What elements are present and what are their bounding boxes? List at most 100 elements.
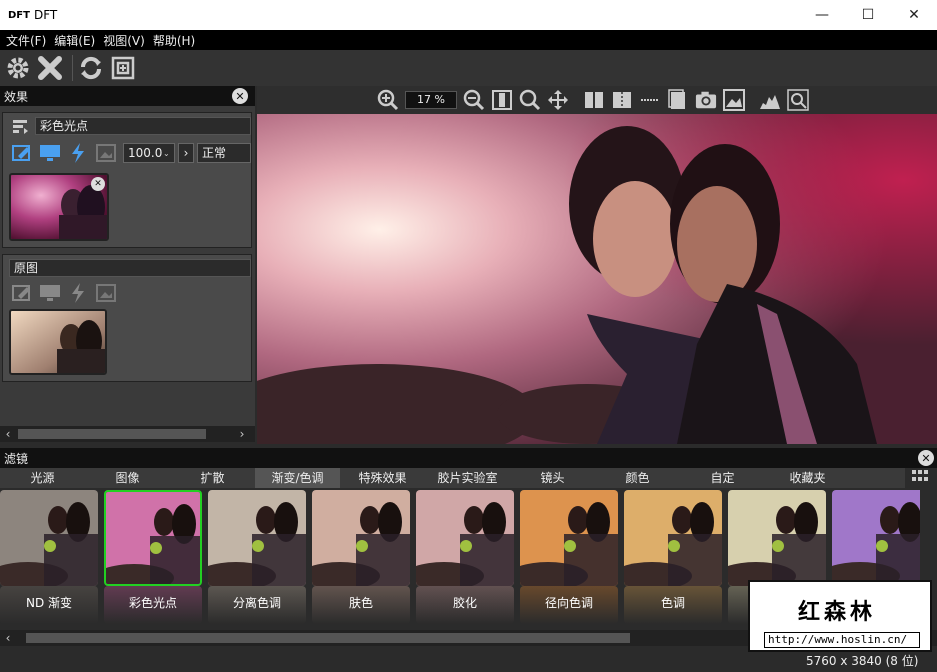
scroll-right-icon[interactable]: › bbox=[234, 426, 250, 442]
filter-preview[interactable] bbox=[624, 490, 722, 586]
filters-scroll-thumb[interactable] bbox=[26, 633, 630, 643]
loupe-icon[interactable] bbox=[787, 89, 809, 111]
filter-label: ND 渐变 bbox=[25, 596, 73, 610]
split-compare-icon[interactable] bbox=[611, 89, 633, 111]
zoom-out-icon[interactable] bbox=[463, 89, 485, 111]
watermark-url: http://www.hoslin.cn/ bbox=[768, 633, 908, 646]
effect-icon-row bbox=[11, 143, 123, 163]
tab-light-source[interactable]: 光源 bbox=[0, 468, 85, 488]
filter-label: 胶化 bbox=[452, 596, 477, 610]
opacity-next-arrow-icon[interactable]: › bbox=[178, 143, 194, 163]
grid-view-icon[interactable] bbox=[912, 470, 932, 486]
filter-item[interactable]: 胶化 bbox=[416, 490, 514, 626]
tab-favorites[interactable]: 收藏夹 bbox=[765, 468, 850, 488]
filter-item[interactable]: 径向色调 bbox=[520, 490, 618, 626]
filter-label: 分离色调 bbox=[232, 596, 281, 610]
tab-color[interactable]: 颜色 bbox=[595, 468, 680, 488]
lightning-icon[interactable] bbox=[67, 143, 89, 163]
maximize-button[interactable]: ☐ bbox=[845, 0, 891, 30]
filter-label: 彩色光点 bbox=[128, 596, 177, 610]
close-effects-icon[interactable]: ✕ bbox=[232, 88, 248, 104]
tab-image[interactable]: 图像 bbox=[85, 468, 170, 488]
zoom-level-field[interactable]: 17 % bbox=[405, 91, 457, 109]
histogram-icon[interactable] bbox=[759, 89, 781, 111]
filter-preview[interactable] bbox=[832, 490, 920, 586]
tab-gradient-tone[interactable]: 渐变/色调 bbox=[255, 468, 340, 488]
filter-preview[interactable] bbox=[312, 490, 410, 586]
image-preview[interactable] bbox=[257, 114, 937, 444]
title-bar: DFT DFT — ☐ ✕ bbox=[0, 0, 937, 30]
close-filters-icon[interactable]: ✕ bbox=[918, 450, 934, 466]
filters-scroll-left-icon[interactable]: ‹ bbox=[0, 630, 16, 646]
monitor-disabled-icon bbox=[39, 283, 61, 303]
effect-thumbnail[interactable]: ✕ bbox=[9, 173, 109, 241]
effects-scroll-thumb[interactable] bbox=[18, 429, 206, 439]
split-view-icon[interactable] bbox=[583, 89, 605, 111]
tab-film-lab[interactable]: 胶片实验室 bbox=[425, 468, 510, 488]
close-window-button[interactable]: ✕ bbox=[891, 0, 937, 30]
refresh-icon[interactable] bbox=[77, 54, 105, 82]
menu-file[interactable]: 文件(F) bbox=[6, 32, 46, 49]
remove-effect-icon[interactable]: ✕ bbox=[91, 177, 105, 191]
effect-card-active[interactable]: 彩色光点 100.0 ⌄ › 正常 ✕ bbox=[2, 112, 252, 248]
lightning-disabled-icon bbox=[67, 283, 89, 303]
filter-preview[interactable] bbox=[416, 490, 514, 586]
pan-move-icon[interactable] bbox=[547, 89, 569, 111]
monitor-icon[interactable] bbox=[39, 143, 61, 163]
filter-item[interactable]: ND 渐变 bbox=[0, 490, 98, 626]
scroll-left-icon[interactable]: ‹ bbox=[0, 426, 16, 442]
actual-size-icon[interactable] bbox=[491, 89, 513, 111]
original-icon-row bbox=[11, 283, 123, 303]
menu-help[interactable]: 帮助(H) bbox=[153, 32, 195, 49]
window-title: DFT bbox=[34, 8, 58, 22]
edit-mask-icon[interactable] bbox=[11, 143, 33, 163]
opacity-spinner-icon[interactable]: ⌄ bbox=[163, 149, 170, 158]
zoom-in-icon[interactable] bbox=[377, 89, 399, 111]
effects-scrollbar[interactable]: ‹ › bbox=[0, 426, 255, 442]
filter-item[interactable]: 肤色 bbox=[312, 490, 410, 626]
original-name-field: 原图 bbox=[9, 259, 251, 277]
edit-mask-disabled-icon bbox=[11, 283, 33, 303]
filter-preview[interactable] bbox=[208, 490, 306, 586]
window-controls: — ☐ ✕ bbox=[799, 0, 937, 30]
settings-gear-icon[interactable] bbox=[4, 54, 32, 82]
blend-mode-select[interactable]: 正常 bbox=[197, 143, 251, 163]
filter-label: 色调 bbox=[660, 596, 685, 610]
watermark-logo: 红森林 http://www.hoslin.cn/ bbox=[748, 580, 932, 652]
image-compare-icon[interactable] bbox=[723, 89, 745, 111]
effect-name-field[interactable]: 彩色光点 bbox=[35, 117, 251, 135]
filter-label: 肤色 bbox=[348, 596, 373, 610]
fit-screen-icon[interactable] bbox=[109, 54, 137, 82]
filter-item[interactable]: 彩色光点 bbox=[104, 490, 202, 626]
effects-panel-header: 效果 ✕ bbox=[0, 86, 255, 106]
view-toolbar: 17 % bbox=[257, 86, 937, 114]
horizontal-split-icon[interactable] bbox=[639, 89, 661, 111]
filter-item[interactable]: 分离色调 bbox=[208, 490, 306, 626]
page-icon[interactable] bbox=[667, 89, 689, 111]
menu-bar: 文件(F) 编辑(E) 视图(V) 帮助(H) bbox=[0, 30, 937, 50]
tab-diffusion[interactable]: 扩散 bbox=[170, 468, 255, 488]
tab-lens[interactable]: 镜头 bbox=[510, 468, 595, 488]
original-card[interactable]: 原图 bbox=[2, 254, 252, 382]
filter-label: 径向色调 bbox=[544, 596, 593, 610]
photo-frame-disabled-icon bbox=[95, 283, 117, 303]
filter-category-tabs: 光源 图像 扩散 渐变/色调 特殊效果 胶片实验室 镜头 颜色 自定 收藏夹 bbox=[0, 468, 905, 488]
layer-list-icon[interactable] bbox=[11, 117, 29, 135]
filter-preview[interactable] bbox=[728, 490, 826, 586]
filter-preview[interactable] bbox=[0, 490, 98, 586]
filter-preview[interactable] bbox=[104, 490, 202, 586]
filters-panel-title: 滤镜 bbox=[4, 451, 29, 466]
filters-panel-header: 滤镜 ✕ bbox=[0, 448, 937, 468]
camera-icon[interactable] bbox=[695, 89, 717, 111]
tab-special-effects[interactable]: 特殊效果 bbox=[340, 468, 425, 488]
filter-preview[interactable] bbox=[520, 490, 618, 586]
delete-x-icon[interactable] bbox=[36, 54, 64, 82]
minimize-button[interactable]: — bbox=[799, 0, 845, 30]
menu-view[interactable]: 视图(V) bbox=[103, 32, 145, 49]
menu-edit[interactable]: 编辑(E) bbox=[54, 32, 95, 49]
photo-frame-icon[interactable] bbox=[95, 143, 117, 163]
original-thumbnail[interactable] bbox=[9, 309, 107, 375]
magnifier-icon[interactable] bbox=[519, 89, 541, 111]
tab-custom[interactable]: 自定 bbox=[680, 468, 765, 488]
filter-item[interactable]: 色调 bbox=[624, 490, 722, 626]
